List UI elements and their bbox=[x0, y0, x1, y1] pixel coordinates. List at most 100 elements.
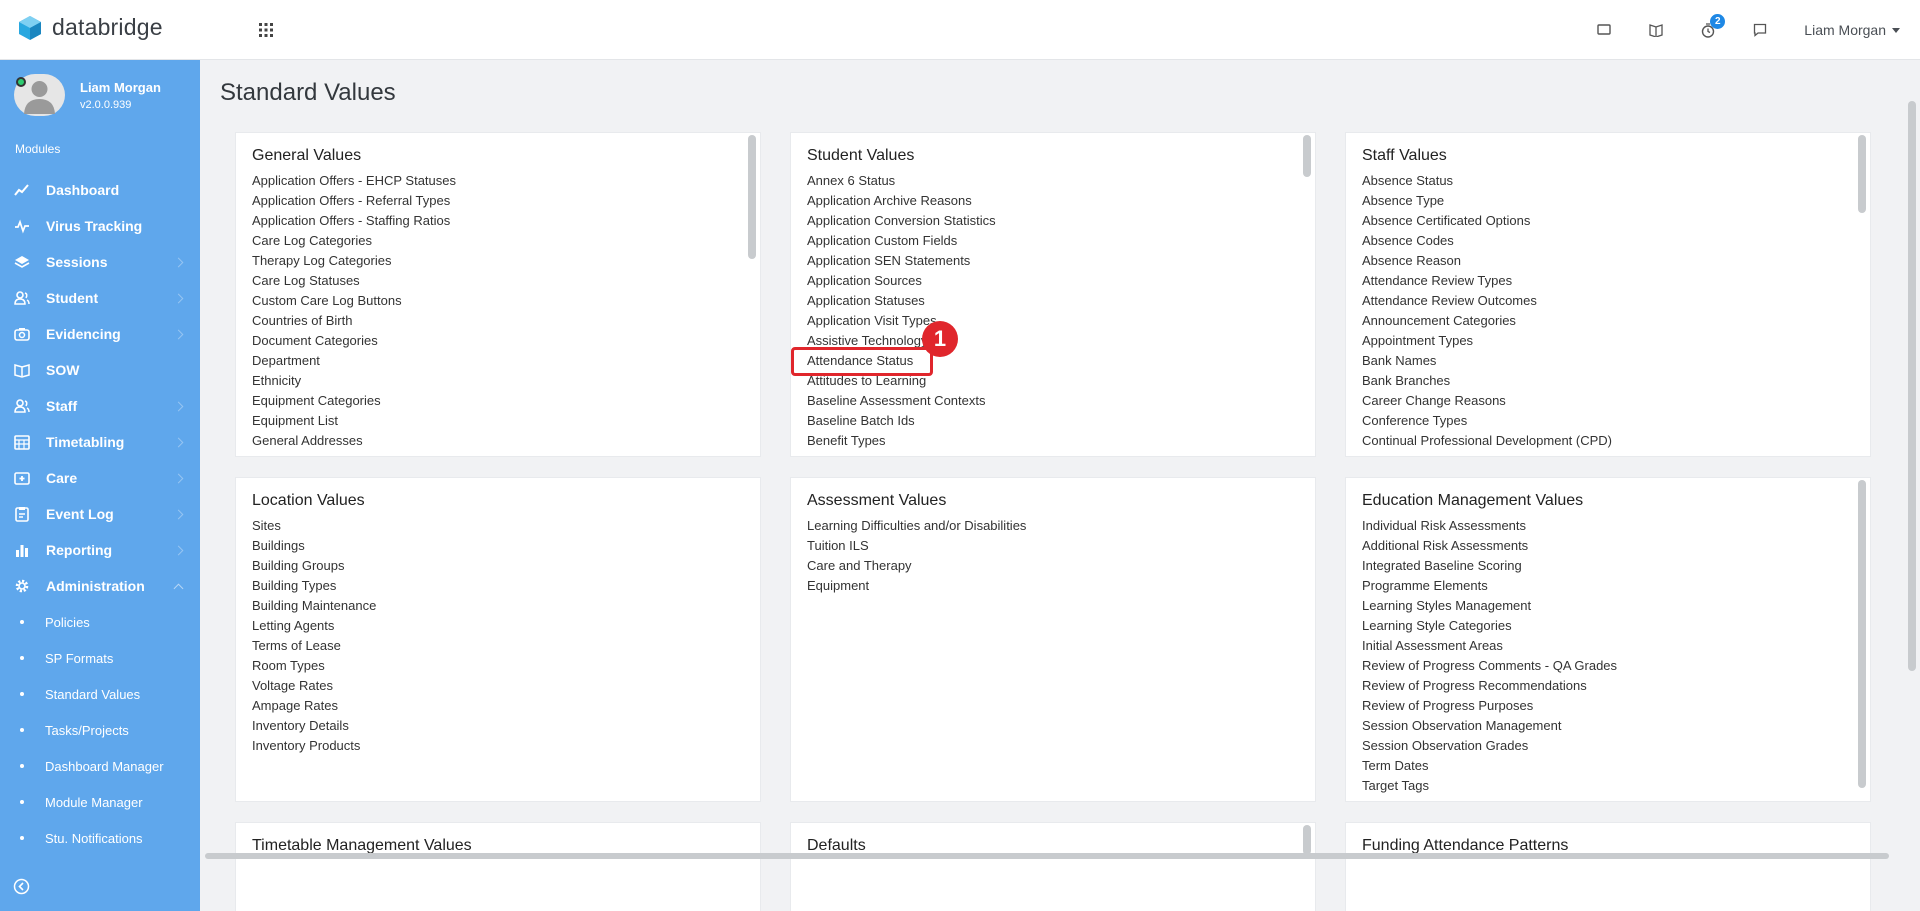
panel-scrollbar[interactable] bbox=[1303, 825, 1311, 855]
list-item[interactable]: Document Categories bbox=[252, 331, 760, 351]
sidebar-subitem-stu-notifications[interactable]: Stu. Notifications bbox=[0, 820, 200, 856]
list-item[interactable]: Building Groups bbox=[252, 556, 760, 576]
list-item-attendance-status[interactable]: Attendance Status bbox=[791, 347, 1315, 376]
list-item[interactable]: Learning Style Categories bbox=[1362, 616, 1870, 636]
list-item[interactable]: Initial Assessment Areas bbox=[1362, 636, 1870, 656]
list-item[interactable]: Application Offers - Staffing Ratios bbox=[252, 211, 760, 231]
panel-scrollbar[interactable] bbox=[1858, 480, 1866, 788]
list-item[interactable]: Appointment Types bbox=[1362, 331, 1870, 351]
list-item[interactable]: Learning Difficulties and/or Disabilitie… bbox=[807, 516, 1315, 536]
list-item[interactable]: Ampage Rates bbox=[252, 696, 760, 716]
panel-scrollbar[interactable] bbox=[1858, 135, 1866, 213]
list-item[interactable]: Care Log Statuses bbox=[252, 271, 760, 291]
sidebar-item-staff[interactable]: Staff bbox=[0, 388, 200, 424]
timer-button[interactable]: 2 bbox=[1682, 0, 1734, 60]
list-item[interactable]: Application Visit Types bbox=[807, 311, 1315, 331]
list-item[interactable]: Therapy Log Categories bbox=[252, 251, 760, 271]
list-item[interactable]: Attendance Review Types bbox=[1362, 271, 1870, 291]
list-item[interactable]: Benefit Types bbox=[807, 431, 1315, 451]
list-item[interactable]: Application Sources bbox=[807, 271, 1315, 291]
list-item[interactable]: Announcement Categories bbox=[1362, 311, 1870, 331]
list-item[interactable]: Equipment bbox=[807, 576, 1315, 596]
list-item[interactable]: Building Maintenance bbox=[252, 596, 760, 616]
list-item[interactable]: Programme Elements bbox=[1362, 576, 1870, 596]
panel-scrollbar[interactable] bbox=[748, 135, 756, 259]
list-item[interactable]: Review of Progress Comments - QA Grades bbox=[1362, 656, 1870, 676]
list-item[interactable]: Absence Reason bbox=[1362, 251, 1870, 271]
list-item[interactable]: General Addresses bbox=[252, 431, 760, 451]
panel-scrollbar[interactable] bbox=[1303, 135, 1311, 177]
list-item[interactable]: Equipment Categories bbox=[252, 391, 760, 411]
sidebar-item-student[interactable]: Student bbox=[0, 280, 200, 316]
sidebar-item-event-log[interactable]: Event Log bbox=[0, 496, 200, 532]
list-item[interactable]: Ethnicity bbox=[252, 371, 760, 391]
list-item[interactable]: Target Tags bbox=[1362, 776, 1870, 796]
sidebar-subitem-tasks-projects[interactable]: Tasks/Projects bbox=[0, 712, 200, 748]
list-item[interactable]: Attendance Review Outcomes bbox=[1362, 291, 1870, 311]
list-item[interactable]: Career Change Reasons bbox=[1362, 391, 1870, 411]
list-item[interactable]: Absence Codes bbox=[1362, 231, 1870, 251]
list-item[interactable]: Care Log Categories bbox=[252, 231, 760, 251]
list-item[interactable]: Terms of Lease bbox=[252, 636, 760, 656]
list-item[interactable]: Application SEN Statements bbox=[807, 251, 1315, 271]
list-item[interactable]: Application Custom Fields bbox=[807, 231, 1315, 251]
guide-button[interactable] bbox=[1630, 0, 1682, 60]
user-menu[interactable]: Liam Morgan bbox=[1786, 0, 1920, 60]
list-item[interactable]: Bank Branches bbox=[1362, 371, 1870, 391]
page-scrollbar-thumb[interactable] bbox=[1908, 101, 1916, 671]
list-item[interactable]: Inventory Details bbox=[252, 716, 760, 736]
sidebar-subitem-standard-values[interactable]: Standard Values bbox=[0, 676, 200, 712]
list-item[interactable]: Letting Agents bbox=[252, 616, 760, 636]
list-item[interactable]: Building Types bbox=[252, 576, 760, 596]
list-item[interactable]: Session Observation Grades bbox=[1362, 736, 1870, 756]
list-item[interactable]: Custom Care Log Buttons bbox=[252, 291, 760, 311]
sidebar-item-virus-tracking[interactable]: Virus Tracking bbox=[0, 208, 200, 244]
sidebar-item-administration[interactable]: Administration bbox=[0, 568, 200, 604]
list-item[interactable]: Sites bbox=[252, 516, 760, 536]
list-item[interactable]: Inventory Products bbox=[252, 736, 760, 756]
list-item[interactable]: Absence Status bbox=[1362, 171, 1870, 191]
list-item[interactable]: Room Types bbox=[252, 656, 760, 676]
list-item[interactable]: Voltage Rates bbox=[252, 676, 760, 696]
list-item[interactable]: Tuition ILS bbox=[807, 536, 1315, 556]
list-item[interactable]: Review of Progress Recommendations bbox=[1362, 676, 1870, 696]
list-item[interactable]: Buildings bbox=[252, 536, 760, 556]
list-item[interactable]: Session Observation Management bbox=[1362, 716, 1870, 736]
list-item[interactable]: Annex 6 Status bbox=[807, 171, 1315, 191]
sidebar-item-timetabling[interactable]: Timetabling bbox=[0, 424, 200, 460]
chat-button[interactable] bbox=[1734, 0, 1786, 60]
sidebar-item-sessions[interactable]: Sessions bbox=[0, 244, 200, 280]
sidebar-item-sow[interactable]: SOW bbox=[0, 352, 200, 388]
list-item[interactable]: Care and Therapy bbox=[807, 556, 1315, 576]
list-item[interactable]: Department bbox=[252, 351, 760, 371]
sidebar-item-reporting[interactable]: Reporting bbox=[0, 532, 200, 568]
sidebar-subitem-policies[interactable]: Policies bbox=[0, 604, 200, 640]
sidebar-subitem-dashboard-manager[interactable]: Dashboard Manager bbox=[0, 748, 200, 784]
sidebar-item-evidencing[interactable]: Evidencing bbox=[0, 316, 200, 352]
list-item[interactable]: Equipment List bbox=[252, 411, 760, 431]
list-item[interactable]: Additional Risk Assessments bbox=[1362, 536, 1870, 556]
brand[interactable]: databridge bbox=[18, 14, 163, 41]
list-item[interactable]: Absence Certificated Options bbox=[1362, 211, 1870, 231]
sidebar-item-care[interactable]: Care bbox=[0, 460, 200, 496]
screen-button[interactable] bbox=[1578, 0, 1630, 60]
list-item[interactable]: Application Statuses bbox=[807, 291, 1315, 311]
list-item[interactable]: Conference Types bbox=[1362, 411, 1870, 431]
list-item[interactable]: Absence Type bbox=[1362, 191, 1870, 211]
horizontal-scrollbar[interactable] bbox=[205, 853, 1889, 859]
list-item[interactable]: Bank Names bbox=[1362, 351, 1870, 371]
attendance-status-link[interactable]: Attendance Status bbox=[791, 347, 933, 376]
page-scrollbar[interactable] bbox=[1904, 61, 1920, 851]
list-item[interactable]: Baseline Batch Ids bbox=[807, 411, 1315, 431]
list-item[interactable]: Application Conversion Statistics bbox=[807, 211, 1315, 231]
sidebar-item-dashboard[interactable]: Dashboard bbox=[0, 172, 200, 208]
collapse-sidebar-icon[interactable] bbox=[13, 878, 30, 895]
sidebar-subitem-module-manager[interactable]: Module Manager bbox=[0, 784, 200, 820]
list-item[interactable]: Learning Styles Management bbox=[1362, 596, 1870, 616]
list-item[interactable]: Countries of Birth bbox=[252, 311, 760, 331]
list-item[interactable]: Term Dates bbox=[1362, 756, 1870, 776]
list-item[interactable]: Individual Risk Assessments bbox=[1362, 516, 1870, 536]
list-item[interactable]: Integrated Baseline Scoring bbox=[1362, 556, 1870, 576]
list-item[interactable]: Review of Progress Purposes bbox=[1362, 696, 1870, 716]
profile[interactable]: Liam Morgan v2.0.0.939 bbox=[14, 74, 161, 116]
